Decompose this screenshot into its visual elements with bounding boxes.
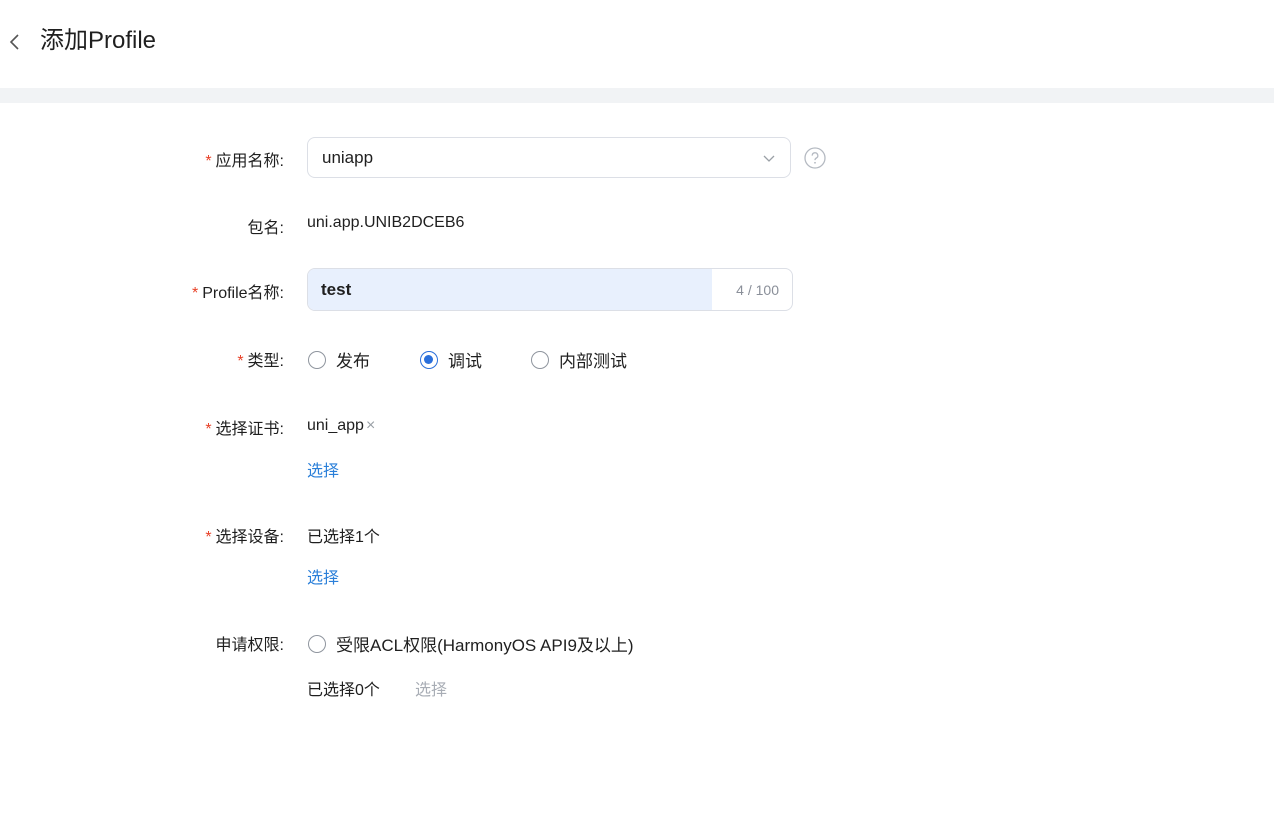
profile-name-input[interactable]: test 4 / 100 bbox=[307, 268, 793, 311]
help-icon[interactable] bbox=[804, 147, 826, 169]
radio-circle bbox=[308, 350, 326, 369]
permission-selected-count: 已选择0个 bbox=[307, 682, 380, 699]
app-name-value: uniapp bbox=[322, 148, 374, 167]
profile-name-value: test bbox=[321, 280, 352, 299]
app-name-select[interactable]: uniapp bbox=[307, 137, 791, 178]
radio-circle bbox=[531, 350, 549, 369]
select-permission-link[interactable]: 选择 bbox=[415, 676, 447, 700]
required-mark: * bbox=[205, 421, 212, 438]
header-divider bbox=[0, 88, 1274, 103]
device-selected-count: 已选择1个 bbox=[307, 529, 380, 546]
type-radio-debug[interactable]: 调试 bbox=[420, 347, 482, 372]
device-label: * 选择设备: bbox=[205, 529, 284, 546]
permission-label: 申请权限: bbox=[215, 637, 284, 654]
chevron-down-icon bbox=[763, 155, 775, 162]
app-name-label: * 应用名称: bbox=[205, 153, 284, 170]
package-value: uni.app.UNIB2DCEB6 bbox=[307, 214, 465, 231]
radio-circle bbox=[308, 634, 326, 653]
required-mark: * bbox=[205, 529, 212, 546]
certificate-value: uni_app bbox=[307, 417, 364, 434]
profile-name-label: * Profile名称: bbox=[191, 285, 284, 302]
required-mark: * bbox=[205, 153, 212, 170]
select-certificate-link[interactable]: 选择 bbox=[307, 457, 339, 481]
certificate-tag: uni_app × bbox=[307, 417, 375, 435]
type-radio-release[interactable]: 发布 bbox=[308, 347, 370, 372]
acl-permission-radio[interactable]: 受限ACL权限(HarmonyOS API9及以上) bbox=[308, 631, 634, 656]
type-radio-internal-test[interactable]: 内部测试 bbox=[531, 347, 627, 372]
required-mark: * bbox=[191, 285, 199, 302]
required-mark: * bbox=[237, 353, 244, 370]
input-highlight bbox=[308, 269, 712, 310]
page-title: 添加Profile bbox=[40, 27, 157, 54]
remove-certificate-icon[interactable]: × bbox=[366, 417, 375, 434]
chevron-left-icon[interactable] bbox=[6, 28, 24, 56]
type-label: * 类型: bbox=[237, 353, 284, 370]
char-counter: 4 / 100 bbox=[736, 282, 779, 298]
package-label: 包名: bbox=[247, 220, 284, 237]
certificate-label: * 选择证书: bbox=[205, 421, 284, 438]
page-header: 添加Profile bbox=[0, 0, 1274, 88]
select-device-link[interactable]: 选择 bbox=[307, 564, 339, 588]
radio-circle-selected bbox=[420, 350, 438, 369]
